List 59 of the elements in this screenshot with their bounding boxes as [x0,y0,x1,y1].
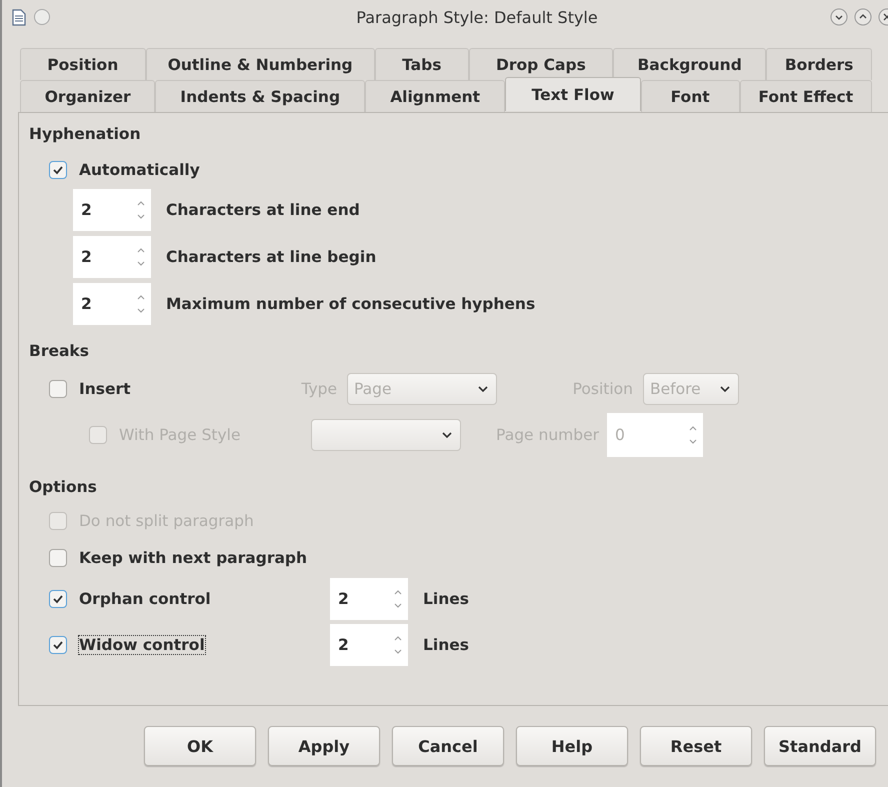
dialog-button[interactable]: Help [516,726,628,766]
checkmark-icon [52,593,64,605]
page-style-dropdown[interactable] [311,419,461,451]
checkbox[interactable] [49,590,67,608]
dialog-button[interactable]: Reset [640,726,752,766]
dialog-button[interactable]: Cancel [392,726,504,766]
dialog-button[interactable]: OK [144,726,256,766]
checkbox-label: Orphan control [79,590,211,608]
checkmark-icon [52,164,64,176]
checkbox[interactable] [49,636,67,654]
spin-arrows-icon[interactable] [688,424,698,446]
dialog-button[interactable]: Apply [268,726,380,766]
tab[interactable]: Background [613,48,766,80]
section-heading: Options [29,478,98,498]
caret-icon [442,432,452,438]
spin-arrows-icon[interactable] [393,634,404,656]
unit-label: Lines [423,590,469,608]
spin-arrows-icon[interactable] [393,588,404,610]
tab[interactable]: Alignment [364,80,506,112]
checkbox-label: Insert [79,380,132,398]
tab[interactable]: Organizer [20,80,156,112]
document-icon [12,8,26,26]
spin-label: Maximum number of consecutive hyphens [166,295,536,313]
minimize-button[interactable] [830,8,848,26]
spin-label: Characters at line end [166,201,360,219]
spin-field[interactable]: 2 [73,236,151,278]
window-menu-button[interactable] [34,9,50,25]
spin-arrows-icon[interactable] [136,199,146,221]
spin-field[interactable]: 2 [330,624,408,666]
checkbox-label: Automatically [79,161,200,179]
tab[interactable]: Borders [766,48,872,80]
close-button[interactable] [878,8,888,26]
tab[interactable]: Tabs [374,48,469,80]
tab[interactable]: Text Flow [505,77,641,111]
spin-arrows-icon[interactable] [136,293,146,315]
spin-field[interactable]: 2 [330,578,408,620]
caret-icon [478,386,488,392]
section-heading: Hyphenation [29,125,142,145]
tab[interactable]: Outline & Numbering [146,48,375,80]
spin-field[interactable]: 2 [73,189,151,231]
tab[interactable]: Indents & Spacing [155,80,365,112]
spin-field[interactable]: 2 [73,283,151,325]
dialog-button[interactable]: Standard [764,726,876,766]
checkbox-label: Widow control [79,636,205,654]
unit-label: Lines [423,636,469,654]
spin-label: Characters at line begin [166,248,376,266]
tab[interactable]: Drop Caps [468,48,614,80]
section-heading: Breaks [29,342,90,362]
caret-icon [720,386,730,392]
tab[interactable]: Font [640,80,740,112]
maximize-button[interactable] [854,8,872,26]
tab[interactable]: Position [20,48,146,80]
checkmark-icon [52,639,64,651]
checkbox-label: Keep with next paragraph [79,548,308,566]
checkbox[interactable] [49,548,67,566]
window-title: Paragraph Style: Default Style [355,8,599,26]
tab[interactable]: Font Effect [740,80,872,112]
spin-arrows-icon[interactable] [136,246,146,268]
checkbox[interactable] [49,161,67,179]
